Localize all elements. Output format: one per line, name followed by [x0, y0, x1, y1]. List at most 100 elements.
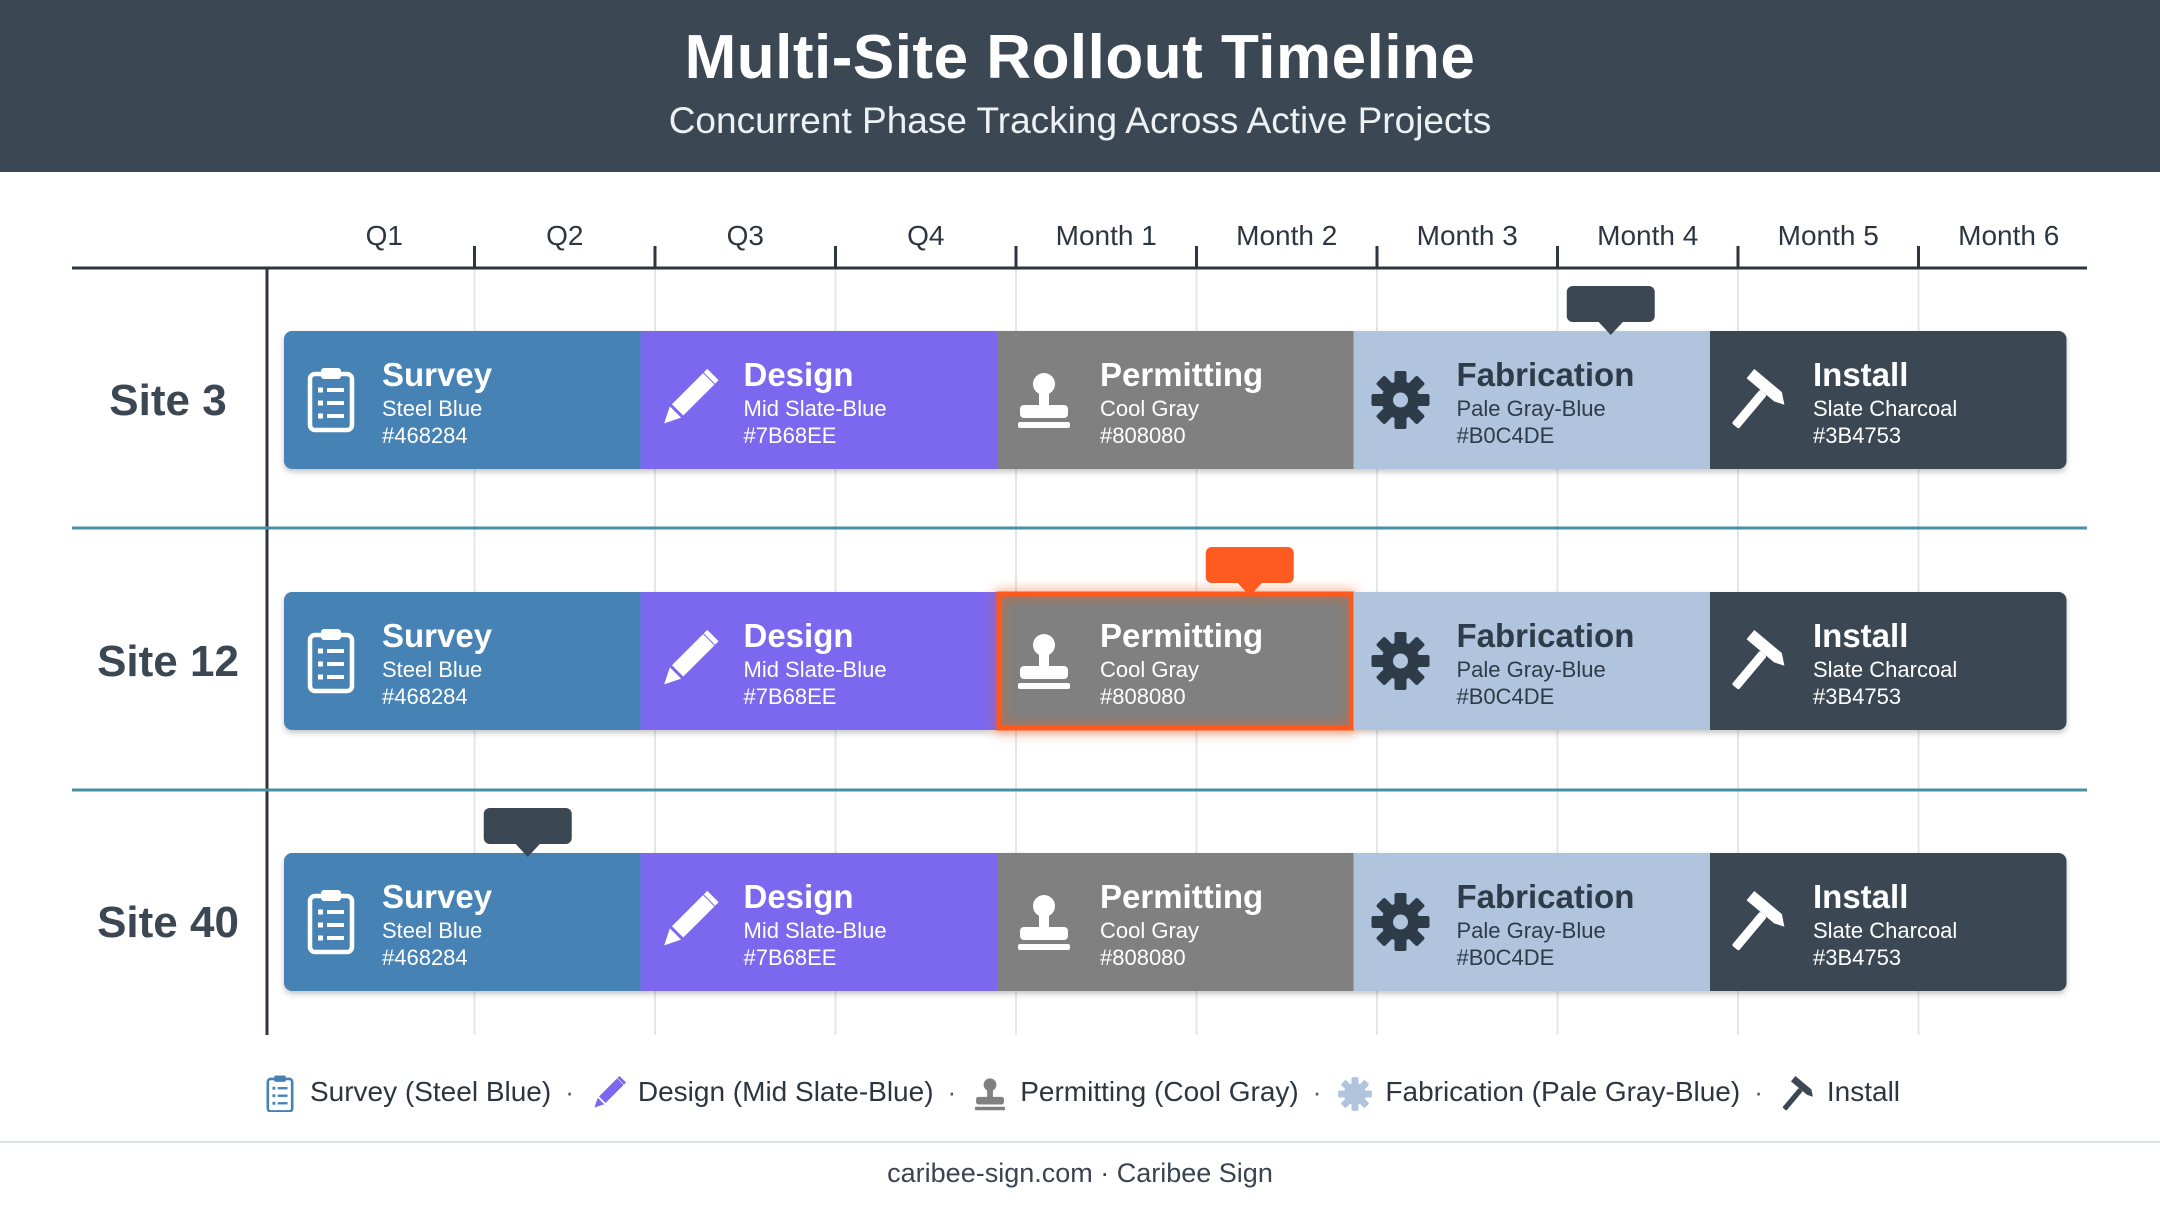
status-marker: [483, 808, 572, 857]
phase-color-name: Pale Gray-Blue: [1457, 918, 1606, 943]
column-header-label: Month 5: [1778, 220, 1879, 251]
phase-hex: #3B4753: [1813, 945, 1901, 970]
phase-color-name: Pale Gray-Blue: [1457, 396, 1606, 421]
phase-name: Survey: [382, 617, 493, 654]
header-banner: Multi-Site Rollout Timeline Concurrent P…: [0, 0, 2160, 172]
phase-bar-survey: Survey Steel Blue#468284: [284, 853, 641, 991]
phase-name: Survey: [382, 878, 493, 915]
gear-icon: [1338, 1077, 1373, 1111]
phase-hex: #B0C4DE: [1457, 684, 1555, 709]
column-header-label: Month 2: [1236, 220, 1337, 251]
phase-name: Install: [1813, 356, 1908, 393]
legend-separator: ·: [947, 1076, 957, 1107]
phase-name: Survey: [382, 356, 493, 393]
phase-color-name: Steel Blue: [382, 396, 482, 421]
legend-label: Survey (Steel Blue): [309, 1076, 552, 1107]
phase-name: Design: [744, 617, 854, 654]
phase-hex: #3B4753: [1813, 684, 1901, 709]
phase-name: Fabrication: [1457, 878, 1635, 915]
phase-bar-design: Design Mid Slate-Blue#7B68EE: [640, 331, 997, 469]
phase-bar-install: Install Slate Charcoal#3B4753: [1710, 331, 2067, 469]
phase-name: Install: [1813, 617, 1908, 654]
column-header-label: Month 6: [1958, 220, 2059, 251]
marker-box: [483, 808, 572, 844]
site-bar-row: Survey Steel Blue#468284 Design Mid Slate-B…: [284, 331, 2067, 469]
phase-hex: #468284: [382, 945, 468, 970]
site-bar-row: Survey Steel Blue#468284 Design Mid Slate-B…: [284, 591, 2067, 731]
phase-color-name: Mid Slate-Blue: [744, 396, 887, 421]
phase-bar-permitting: Permitting Cool Gray#808080: [997, 331, 1354, 469]
phase-hex: #B0C4DE: [1457, 945, 1555, 970]
column-header-label: Month 3: [1417, 220, 1518, 251]
column-header-label: Q2: [546, 220, 583, 251]
legend-item: Survey (Steel Blue): [260, 1072, 551, 1112]
phase-hex: #B0C4DE: [1457, 423, 1555, 448]
phase-hex: #808080: [1100, 684, 1186, 709]
legend-label: Permitting (Cool Gray): [1020, 1076, 1299, 1107]
phase-name: Permitting: [1100, 356, 1263, 393]
legend-item: Design (Mid Slate-Blue): [588, 1072, 934, 1112]
phase-color-name: Steel Blue: [382, 657, 482, 682]
phase-bar-design: Design Mid Slate-Blue#7B68EE: [640, 592, 997, 730]
hammer-icon: [1782, 1076, 1813, 1111]
phase-hex: #808080: [1100, 423, 1186, 448]
marker-box: [1205, 547, 1294, 583]
phase-name: Fabrication: [1457, 617, 1635, 654]
legend-label: Design (Mid Slate-Blue): [637, 1076, 934, 1107]
legend-label: Install: [1826, 1076, 1901, 1107]
phase-color-name: Slate Charcoal: [1813, 918, 1957, 943]
phase-hex: #7B68EE: [744, 684, 837, 709]
status-marker: [1205, 547, 1294, 596]
phase-name: Permitting: [1100, 617, 1263, 654]
footer-divider: [0, 1141, 2160, 1143]
status-marker: [1566, 286, 1655, 335]
phase-color-name: Mid Slate-Blue: [744, 918, 887, 943]
column-header-label: Q1: [366, 220, 403, 251]
site-label: Site 40: [97, 898, 239, 947]
column-header-label: Q3: [727, 220, 764, 251]
site-bar-row: Survey Steel Blue#468284 Design Mid Slate-B…: [284, 853, 2067, 991]
chart-subtitle: Concurrent Phase Tracking Across Active …: [668, 100, 1492, 141]
phase-name: Fabrication: [1457, 356, 1635, 393]
site-label: Site 3: [109, 376, 226, 425]
phase-name: Install: [1813, 878, 1908, 915]
legend-item: Install: [1777, 1072, 1900, 1112]
chart-title: Multi-Site Rollout Timeline: [684, 23, 1476, 92]
phase-bar-fabrication: Fabrication Pale Gray-Blue#B0C4DE: [1353, 853, 1710, 991]
phase-name: Permitting: [1100, 878, 1263, 915]
phase-color-name: Cool Gray: [1100, 657, 1199, 682]
column-header-label: Q4: [907, 220, 944, 251]
gear-icon: [1371, 632, 1430, 690]
phase-hex: #7B68EE: [744, 945, 837, 970]
legend-label: Fabrication (Pale Gray-Blue): [1385, 1076, 1741, 1107]
gear-icon: [1371, 371, 1430, 429]
clipboard-icon: [266, 1075, 294, 1112]
phase-hex: #468284: [382, 423, 468, 448]
site-label: Site 12: [97, 637, 239, 686]
phase-bar-survey: Survey Steel Blue#468284: [284, 331, 641, 469]
marker-box: [1566, 286, 1655, 322]
timeline-chart: Q1 Q2 Q3 Q4 Month 1 Month 2 Month 3 Month 4 Mont…: [72, 220, 2087, 1035]
legend-separator: ·: [565, 1076, 574, 1107]
phase-bar-permitting: Permitting Cool Gray#808080: [996, 591, 1354, 731]
phase-hex: #808080: [1100, 945, 1186, 970]
phase-hex: #7B68EE: [744, 423, 837, 448]
phase-color-name: Cool Gray: [1100, 918, 1199, 943]
footer-credit: caribee-sign.com · Caribee Sign: [887, 1158, 1273, 1188]
phase-name: Design: [744, 356, 854, 393]
phase-color-name: Pale Gray-Blue: [1457, 657, 1606, 682]
legend-separator: ·: [1754, 1076, 1763, 1107]
phase-color-name: Slate Charcoal: [1813, 657, 1957, 682]
phase-hex: #468284: [382, 684, 468, 709]
column-header-label: Month 4: [1597, 220, 1698, 251]
phase-bar-install: Install Slate Charcoal#3B4753: [1710, 592, 2067, 730]
legend-separator: ·: [1312, 1076, 1322, 1107]
phase-bar-fabrication: Fabrication Pale Gray-Blue#B0C4DE: [1353, 592, 1710, 730]
legend-item: Fabrication (Pale Gray-Blue): [1335, 1072, 1740, 1112]
stamp-icon: [975, 1078, 1006, 1111]
phase-bar-permitting: Permitting Cool Gray#808080: [997, 853, 1354, 991]
phase-bar-install: Install Slate Charcoal#3B4753: [1710, 853, 2067, 991]
gear-icon: [1371, 893, 1430, 951]
phase-bar-design: Design Mid Slate-Blue#7B68EE: [640, 853, 997, 991]
legend: Survey (Steel Blue) · Design (Mid Slate-Bl…: [0, 1068, 2160, 1116]
